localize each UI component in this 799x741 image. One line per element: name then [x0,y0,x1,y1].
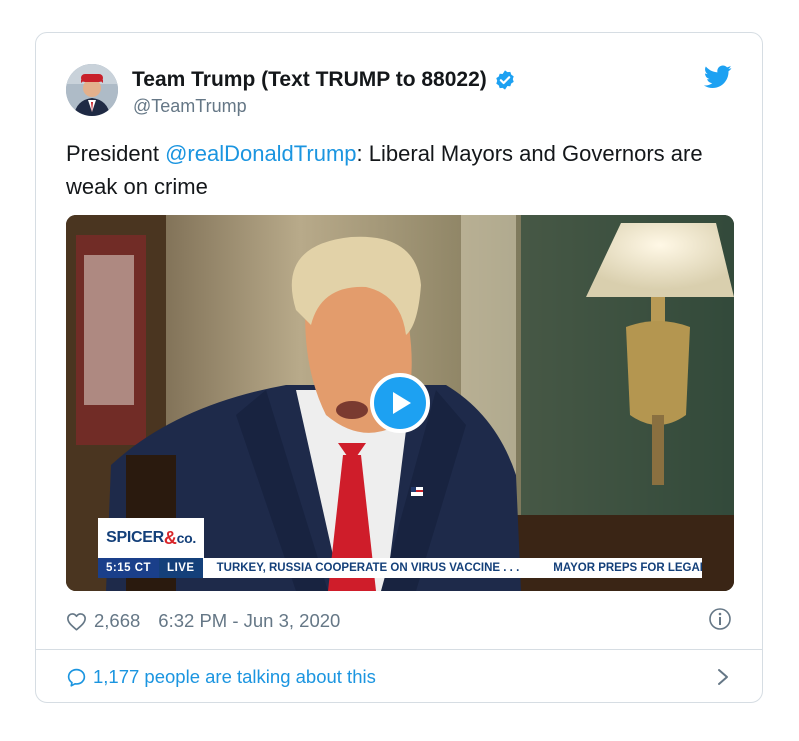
author-handle[interactable]: @TeamTrump [133,96,247,117]
avatar[interactable] [66,64,118,116]
conversation-count[interactable]: 1,177 people are talking about this [93,666,376,688]
ticker-headline-secondary: MAYOR PREPS FOR LEGAL CH [553,562,702,574]
news-ticker: 5:15 CT LIVE TURKEY, RUSSIA COOPERATE ON… [98,558,702,578]
divider [36,649,762,650]
logo-suffix: co. [176,530,197,546]
play-icon [393,392,411,414]
play-button[interactable] [370,373,430,433]
ticker-headline: TURKEY, RUSSIA COOPERATE ON VIRUS VACCIN… [216,562,520,574]
speech-bubble-icon [67,668,86,687]
conversation-link[interactable]: 1,177 people are talking about this [66,663,732,691]
logo-text: SPICER [106,529,164,546]
tweet-text: President @realDonaldTrump: Liberal Mayo… [66,137,726,203]
broadcast-logo: SPICER & co. [98,518,204,558]
author-name-row: Team Trump (Text TRUMP to 88022) [132,68,516,92]
heart-icon[interactable] [66,612,87,631]
twitter-bird-icon[interactable] [704,65,732,89]
avatar-image [66,64,118,116]
author-display-name[interactable]: Team Trump (Text TRUMP to 88022) [132,68,487,92]
logo-ampersand: & [163,527,177,548]
tweet-meta: 2,668 6:32 PM - Jun 3, 2020 [66,607,732,635]
tweet-text-prefix: President [66,141,166,166]
verified-badge-icon [496,70,514,90]
mention-link[interactable]: @realDonaldTrump [165,141,356,166]
ticker-live: LIVE [159,558,203,578]
ticker-time: 5:15 CT [98,558,160,578]
like-count[interactable]: 2,668 [94,610,140,632]
info-icon[interactable] [708,607,732,631]
tweet-card: Team Trump (Text TRUMP to 88022) @TeamTr… [35,32,763,703]
video-player[interactable]: SPICER & co. 5:15 CT LIVE TURKEY, RUSSIA C… [66,215,734,591]
chevron-right-icon[interactable] [716,667,730,687]
tweet-timestamp[interactable]: 6:32 PM - Jun 3, 2020 [158,610,340,632]
